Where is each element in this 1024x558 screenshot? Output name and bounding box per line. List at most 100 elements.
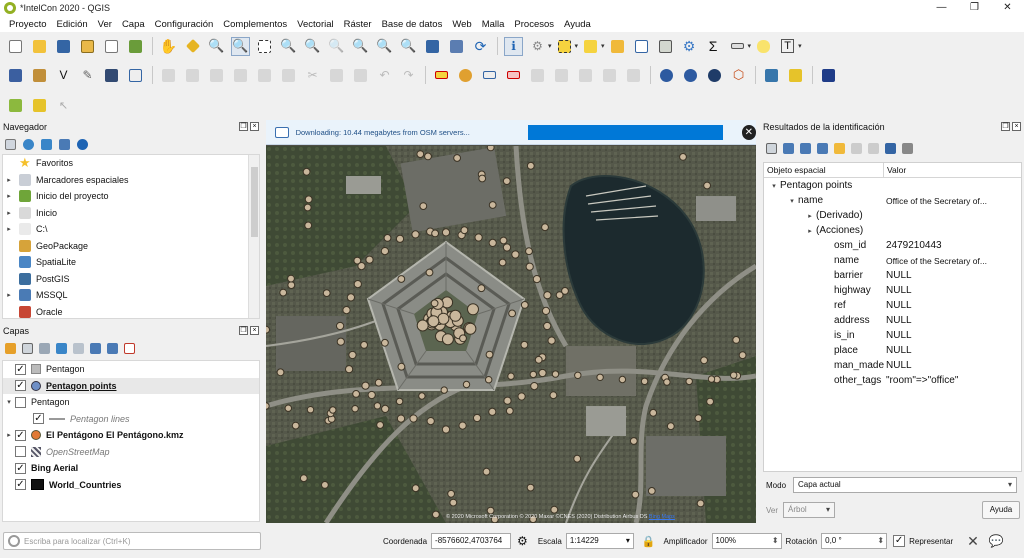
menu-item[interactable]: Base de datos <box>377 19 448 30</box>
current-edits-icon[interactable] <box>159 66 178 85</box>
close-panel-button[interactable]: × <box>250 122 259 131</box>
toggle-extents-icon[interactable]: ⚙ <box>517 534 528 548</box>
zoom-to-layer-icon[interactable]: 🔍 <box>327 37 346 56</box>
layer-item[interactable]: ✓ Bing Aerial <box>3 460 259 477</box>
locate-plugin-icon[interactable] <box>6 96 25 115</box>
help-contents-icon[interactable] <box>819 66 838 85</box>
layer-item[interactable]: OpenStreetMap <box>3 444 259 461</box>
digitize-icon[interactable] <box>231 66 250 85</box>
new-temporary-layer-icon[interactable]: ✎ <box>78 66 97 85</box>
browser-item[interactable]: PostGIS <box>3 271 259 288</box>
layer-visibility-checkbox[interactable]: ✓ <box>15 462 26 474</box>
close-window-button[interactable]: ✕ <box>991 0 1024 16</box>
layer-labeling-icon[interactable] <box>456 66 475 85</box>
style-manager-icon[interactable] <box>126 37 145 56</box>
crs-status-icon[interactable]: ✕ <box>967 533 979 550</box>
expand-arrow-icon[interactable]: ▸ <box>3 176 15 184</box>
filter-expression-icon[interactable] <box>73 342 84 354</box>
plugin-editor-icon[interactable] <box>786 66 805 85</box>
filter-legend-icon[interactable] <box>56 342 67 354</box>
messages-icon[interactable]: 💬 <box>989 534 1004 548</box>
clear-results-icon[interactable] <box>851 142 862 154</box>
expand-arrow-icon[interactable]: ▸ <box>3 291 15 299</box>
result-row[interactable]: highway NULL <box>764 283 1021 298</box>
browser-item[interactable]: Oracle <box>3 304 259 319</box>
menu-item[interactable]: Complementos <box>218 19 292 30</box>
field-calculator-icon[interactable] <box>656 37 675 56</box>
add-vector-layer-icon[interactable] <box>126 66 145 85</box>
view-select[interactable]: Árbol <box>783 502 835 518</box>
close-panel-button[interactable]: × <box>1012 122 1021 131</box>
scale-select[interactable]: 1:14229 <box>565 533 634 549</box>
result-row[interactable]: is_in NULL <box>764 328 1021 343</box>
zoom-full-icon[interactable]: 🔍 <box>279 37 298 56</box>
column-header-value[interactable]: Valor <box>884 163 906 177</box>
zoom-out-icon[interactable]: 🔍 <box>231 36 250 56</box>
coordinate-field[interactable]: -8576602,4703764 <box>431 533 512 549</box>
refresh-browser-icon[interactable] <box>23 138 34 150</box>
menu-item[interactable]: Ráster <box>339 19 377 30</box>
copy-results-icon[interactable] <box>902 142 913 154</box>
result-row[interactable]: other_tags "room"=>"office" <box>764 373 1021 388</box>
manage-map-themes-icon[interactable] <box>39 342 50 354</box>
zoom-to-selection-icon[interactable]: 🔍 <box>303 37 322 56</box>
expand-arrow-icon[interactable]: ▾ <box>3 398 15 406</box>
redo-icon[interactable]: ↷ <box>399 66 418 85</box>
float-panel-button[interactable]: ❐ <box>239 326 248 335</box>
layer-item[interactable]: ✓ Pentagon points <box>3 377 259 394</box>
rotate-label-icon[interactable] <box>552 66 571 85</box>
close-message-icon[interactable]: ✕ <box>741 124 756 140</box>
layer-visibility-checkbox[interactable]: ✓ <box>15 363 26 375</box>
cut-features-icon[interactable]: ✂ <box>303 66 322 85</box>
result-row[interactable]: ▾ Pentagon points <box>764 178 1021 193</box>
menu-item[interactable]: Procesos <box>509 19 559 30</box>
label-props-icon[interactable] <box>624 66 643 85</box>
label-toolbar-icon[interactable] <box>432 66 451 85</box>
magnifier-field[interactable]: 100% <box>711 533 782 549</box>
expand-tree-icon[interactable] <box>766 142 777 154</box>
zoom-rubber-band-icon[interactable] <box>255 37 274 56</box>
layer-visibility-checkbox[interactable]: ✓ <box>33 413 44 425</box>
result-row[interactable]: ref NULL <box>764 298 1021 313</box>
add-group-icon[interactable] <box>22 342 33 354</box>
map-canvas[interactable]: Downloading: 10.44 megabytes from OSM se… <box>266 120 756 523</box>
new-virtual-layer-icon[interactable] <box>102 66 121 85</box>
menu-item[interactable]: Ayuda <box>559 19 596 30</box>
lock-scale-icon[interactable]: 🔒 <box>642 535 656 548</box>
menu-item[interactable]: Ver <box>93 19 117 30</box>
map-tips-icon[interactable] <box>754 37 773 56</box>
result-row[interactable]: ▾ name Office of the Secretary of... <box>764 193 1021 208</box>
layer-visibility-checkbox[interactable]: ✓ <box>15 479 26 491</box>
float-panel-button[interactable]: ❐ <box>239 122 248 131</box>
expand-arrow-icon[interactable]: ▸ <box>3 431 15 439</box>
style-layer-icon[interactable] <box>5 342 16 354</box>
pointer-tool-icon[interactable]: ↖ <box>54 96 73 115</box>
new-print-layout-icon[interactable] <box>78 37 97 56</box>
globe-camera-icon[interactable] <box>705 66 724 85</box>
refresh-icon[interactable]: ⟳ <box>471 37 490 56</box>
filter-browser-icon[interactable] <box>41 138 52 150</box>
menu-item[interactable]: Configuración <box>150 19 219 30</box>
measure-icon[interactable] <box>728 37 747 56</box>
browser-item[interactable]: ★ Favoritos <box>3 155 259 172</box>
minimize-button[interactable]: — <box>925 0 958 16</box>
expand-arrow-icon[interactable]: ▸ <box>804 227 816 235</box>
maximize-button[interactable]: ❐ <box>958 0 991 16</box>
menu-item[interactable]: Edición <box>52 19 93 30</box>
rotation-field[interactable]: 0,0 ° <box>821 533 888 549</box>
remove-layer-icon[interactable] <box>124 342 135 354</box>
globe-plugin-icon[interactable] <box>657 66 676 85</box>
toggle-editing-icon[interactable] <box>183 66 202 85</box>
expand-all-icon[interactable] <box>90 342 101 354</box>
mode-select[interactable]: Capa actual <box>793 477 1017 493</box>
new-map-view-icon[interactable] <box>423 37 442 56</box>
result-row[interactable]: osm_id 2479210443 <box>764 238 1021 253</box>
deselect-features-icon[interactable] <box>608 37 627 56</box>
bing-maps-link[interactable]: Bing Maps <box>649 514 675 520</box>
run-action-icon[interactable]: ⚙ <box>528 37 547 56</box>
pin-labels-icon[interactable] <box>480 66 499 85</box>
column-header-feature[interactable]: Objeto espacial <box>764 163 884 177</box>
collapse-all-layers-icon[interactable] <box>107 342 118 354</box>
new-project-icon[interactable] <box>6 37 25 56</box>
browser-item[interactable]: GeoPackage <box>3 238 259 255</box>
